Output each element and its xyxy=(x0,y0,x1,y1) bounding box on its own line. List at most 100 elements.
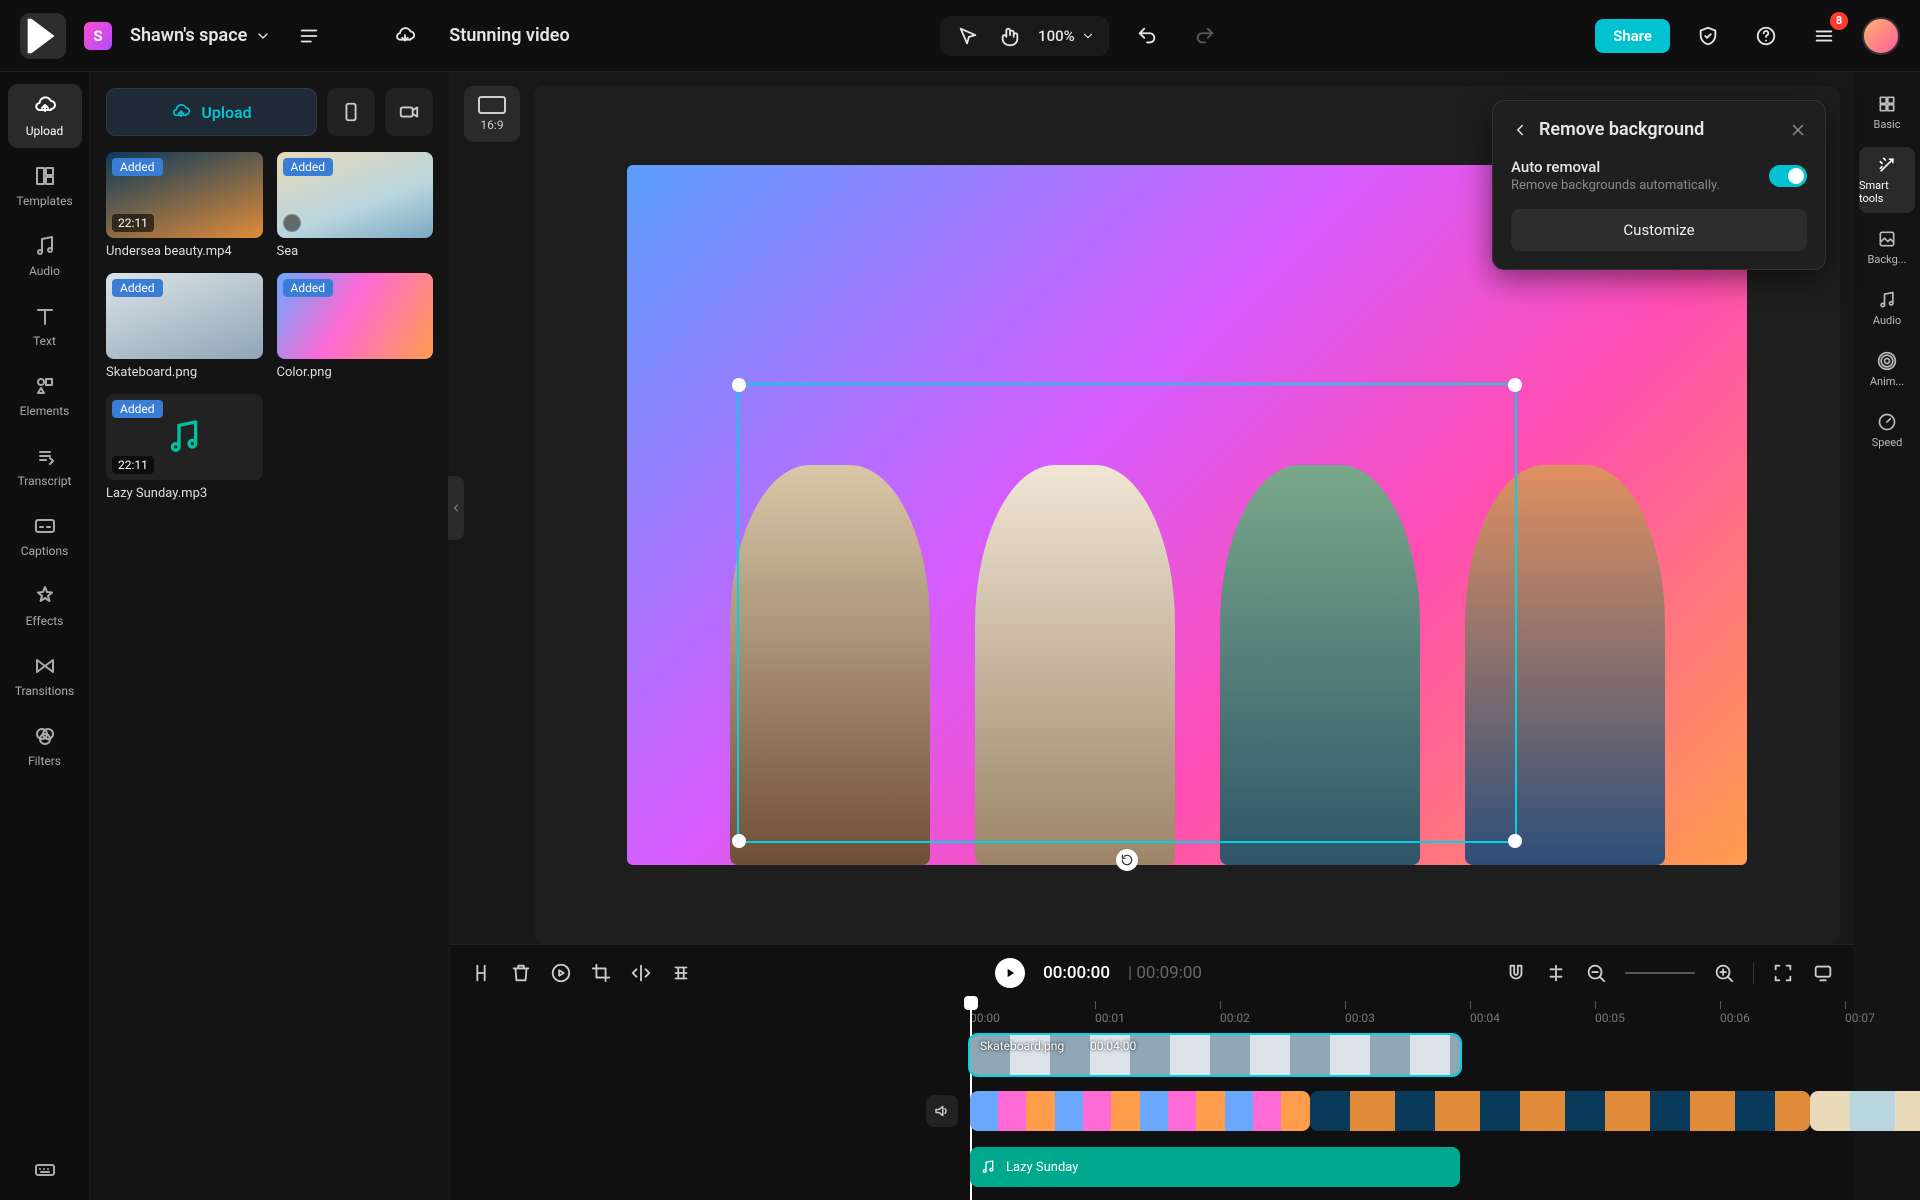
speaker-icon xyxy=(933,1102,951,1120)
timeline-clip-undersea[interactable] xyxy=(1310,1091,1810,1131)
nav-keyboard[interactable] xyxy=(8,1152,82,1188)
help-button[interactable] xyxy=(1746,16,1786,56)
inspector-background[interactable]: Backg... xyxy=(1859,221,1915,274)
media-item[interactable]: Added Sea xyxy=(277,152,434,259)
nav-filters[interactable]: Filters xyxy=(8,714,82,778)
resize-handle-bl[interactable] xyxy=(732,834,746,848)
added-badge: Added xyxy=(112,279,163,297)
media-name: Skateboard.png xyxy=(106,365,263,380)
inspector-speed[interactable]: Speed xyxy=(1859,404,1915,457)
aspect-ratio-button[interactable]: 16:9 xyxy=(464,86,520,142)
share-button[interactable]: Share xyxy=(1595,19,1670,53)
fit-timeline-button[interactable] xyxy=(1772,962,1794,984)
media-name: Color.png xyxy=(277,365,434,380)
back-button[interactable] xyxy=(1511,121,1529,139)
record-phone-button[interactable] xyxy=(327,88,375,136)
inspector-smart-tools[interactable]: Smart tools xyxy=(1859,147,1915,213)
cursor-tool-button[interactable] xyxy=(954,22,982,50)
nav-upload[interactable]: Upload xyxy=(8,84,82,148)
nav-effects[interactable]: Effects xyxy=(8,574,82,638)
freeze-button[interactable] xyxy=(670,962,692,984)
zoom-level-dropdown[interactable]: 100% xyxy=(1038,27,1095,45)
timeline-clip-skateboard[interactable]: Skateboard.png 00:04:00 xyxy=(970,1035,1460,1075)
mirror-button[interactable] xyxy=(630,962,652,984)
reverse-button[interactable] xyxy=(550,962,572,984)
collapse-panel-handle[interactable] xyxy=(448,476,464,540)
space-name-dropdown[interactable]: Shawn's space xyxy=(130,25,271,46)
align-button[interactable] xyxy=(1545,962,1567,984)
added-badge: Added xyxy=(283,279,334,297)
play-icon xyxy=(1003,966,1017,980)
timeline-clip-audio[interactable]: Lazy Sunday xyxy=(970,1147,1460,1187)
nav-text[interactable]: Text xyxy=(8,294,82,358)
rotate-handle[interactable] xyxy=(1116,849,1138,871)
resize-handle-tr[interactable] xyxy=(1508,378,1522,392)
media-item[interactable]: Added Skateboard.png xyxy=(106,273,263,380)
media-item[interactable]: Added Color.png xyxy=(277,273,434,380)
added-badge: Added xyxy=(112,400,163,418)
current-time: 00:00:00 xyxy=(1043,963,1110,983)
project-title[interactable]: Stunning video xyxy=(449,25,569,46)
upload-button[interactable]: Upload xyxy=(106,88,317,136)
duration-badge: 22:11 xyxy=(112,214,154,232)
undo-button[interactable] xyxy=(1127,16,1167,56)
remove-background-panel: Remove background Auto removal Remove ba… xyxy=(1492,100,1826,270)
inspector-animation[interactable]: Anim... xyxy=(1859,343,1915,396)
nav-elements[interactable]: Elements xyxy=(8,364,82,428)
queue-button[interactable]: 8 xyxy=(1804,16,1844,56)
space-avatar[interactable]: S xyxy=(84,22,112,50)
crop-button[interactable] xyxy=(590,962,612,984)
app-logo[interactable] xyxy=(20,13,66,59)
nav-transcript[interactable]: Transcript xyxy=(8,434,82,498)
resize-handle-tl[interactable] xyxy=(732,378,746,392)
outline-toggle-button[interactable] xyxy=(289,16,329,56)
zoom-slider[interactable] xyxy=(1625,972,1695,974)
preview-mode-button[interactable] xyxy=(1812,962,1834,984)
zoom-in-button[interactable] xyxy=(1713,962,1735,984)
cloud-sync-icon[interactable] xyxy=(385,16,425,56)
effects-icon xyxy=(33,584,57,608)
close-button[interactable] xyxy=(1789,121,1807,139)
redo-button[interactable] xyxy=(1185,16,1225,56)
canvas-preview[interactable]: Remove background Auto removal Remove ba… xyxy=(534,86,1840,944)
nav-audio[interactable]: Audio xyxy=(8,224,82,288)
keyboard-icon xyxy=(33,1158,57,1182)
image-icon xyxy=(1877,229,1897,249)
media-name: Sea xyxy=(277,244,434,259)
inspector-basic[interactable]: Basic xyxy=(1859,86,1915,139)
timeline-clip-sea[interactable] xyxy=(1810,1091,1920,1131)
resize-handle-br[interactable] xyxy=(1508,834,1522,848)
auto-removal-label: Auto removal xyxy=(1511,158,1720,176)
shield-icon[interactable] xyxy=(1688,16,1728,56)
animation-icon xyxy=(1877,351,1897,371)
zoom-out-button[interactable] xyxy=(1585,962,1607,984)
music-icon xyxy=(164,417,204,457)
ruler-tick: 00:03 xyxy=(1345,1001,1375,1027)
magnet-button[interactable] xyxy=(1505,962,1527,984)
track-mute-button[interactable] xyxy=(926,1095,958,1127)
ruler-tick: 00:05 xyxy=(1595,1001,1625,1027)
play-button[interactable] xyxy=(995,958,1025,988)
delete-button[interactable] xyxy=(510,962,532,984)
media-item[interactable]: Added 22:11 Undersea beauty.mp4 xyxy=(106,152,263,259)
inspector-audio[interactable]: Audio xyxy=(1859,282,1915,335)
nav-templates[interactable]: Templates xyxy=(8,154,82,218)
hand-tool-button[interactable] xyxy=(996,22,1024,50)
transitions-icon xyxy=(33,654,57,678)
customize-button[interactable]: Customize xyxy=(1511,209,1807,251)
nav-transitions[interactable]: Transitions xyxy=(8,644,82,708)
auto-removal-toggle[interactable] xyxy=(1769,165,1807,187)
loop-badge-icon xyxy=(283,214,301,232)
user-avatar[interactable] xyxy=(1862,17,1900,55)
record-camera-button[interactable] xyxy=(385,88,433,136)
nav-captions[interactable]: Captions xyxy=(8,504,82,568)
ruler-tick: 00:06 xyxy=(1720,1001,1750,1027)
music-icon xyxy=(33,234,57,258)
selection-box[interactable] xyxy=(737,383,1517,843)
rotate-icon xyxy=(1120,853,1134,867)
media-item[interactable]: Added 22:11 Lazy Sunday.mp3 xyxy=(106,394,263,501)
split-button[interactable] xyxy=(470,962,492,984)
added-badge: Added xyxy=(283,158,334,176)
timeline-clip-color[interactable] xyxy=(970,1091,1310,1131)
ruler-tick: 00:01 xyxy=(1095,1001,1125,1027)
